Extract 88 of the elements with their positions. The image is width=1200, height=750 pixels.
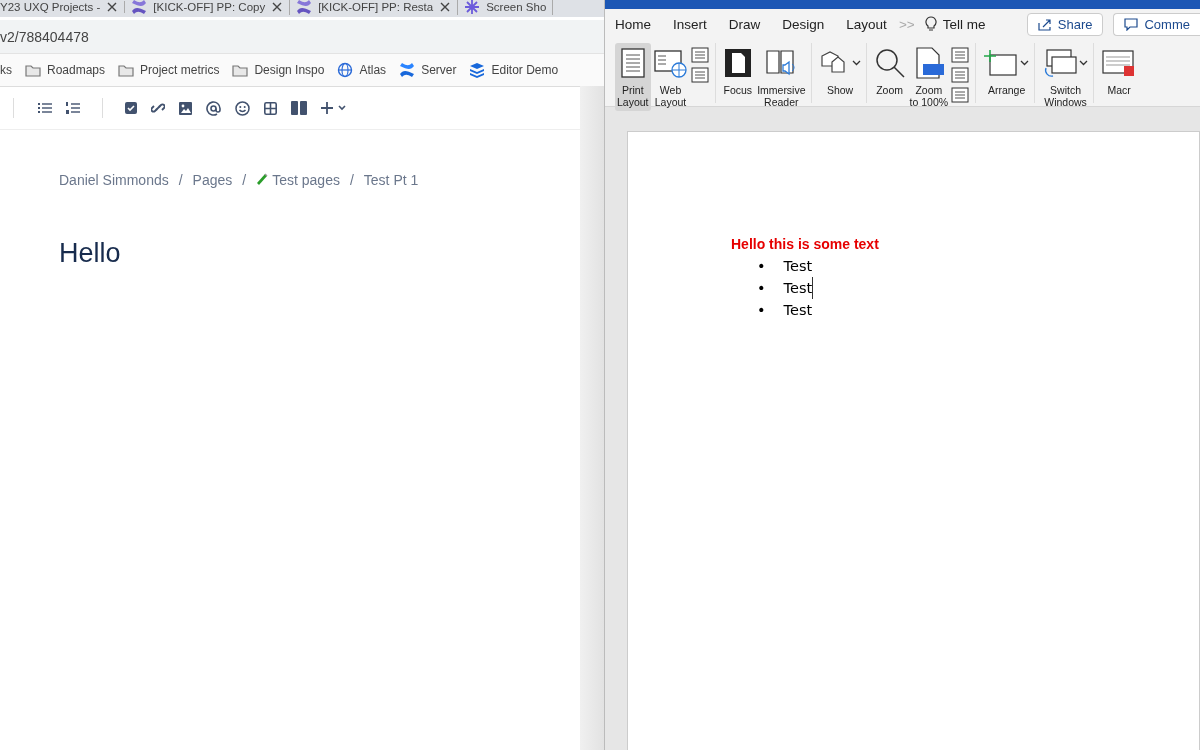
comments-button[interactable]: Comme [1113, 12, 1200, 36]
share-button[interactable]: Share [1026, 12, 1104, 36]
breadcrumb-link[interactable]: Daniel Simmonds [59, 172, 169, 188]
ribbon-button[interactable]: Switch Windows [1041, 43, 1091, 111]
ribbon-button[interactable]: Arrange [982, 43, 1032, 99]
list-icon[interactable] [690, 67, 709, 83]
list-icon[interactable] [951, 47, 970, 63]
layers-icon [469, 62, 486, 78]
ribbon-button[interactable]: Print Layout [615, 43, 651, 111]
ribbon-button[interactable]: Zoom to 100% [907, 43, 951, 111]
list-icon[interactable] [951, 87, 970, 103]
list-icon[interactable] [690, 47, 709, 63]
browser-tab[interactable]: [KICK-OFF] PP: Resta [290, 0, 459, 15]
bullet-marker: • [757, 301, 766, 320]
focus-icon [723, 48, 752, 78]
ribbon-button[interactable]: Zoom [872, 43, 907, 99]
caret-icon [851, 60, 861, 66]
link-icon[interactable] [151, 101, 165, 115]
close-icon[interactable] [439, 1, 452, 13]
confluence-icon [131, 0, 148, 15]
ribbon-tab[interactable]: Design [782, 16, 825, 32]
test-tube-icon [256, 173, 269, 187]
folder-icon [118, 63, 135, 77]
close-icon[interactable] [106, 1, 119, 13]
checkbox-icon[interactable] [125, 102, 137, 114]
breadcrumb-separator: / [349, 172, 354, 188]
bookmark[interactable]: ks [0, 63, 12, 77]
breadcrumb-separator: / [178, 172, 183, 188]
browser-tab[interactable]: [KICK-OFF] PP: Copy [125, 0, 291, 15]
caret-icon [1020, 60, 1030, 66]
numbered-list-icon[interactable] [66, 102, 80, 114]
bullet-list-icon[interactable] [38, 102, 52, 114]
plus-dropdown-icon[interactable] [321, 102, 347, 114]
ribbon-tab[interactable]: Layout [846, 16, 887, 32]
ribbon-tab[interactable]: Insert [673, 16, 707, 32]
breadcrumb-link[interactable]: Test pages [256, 172, 340, 188]
bullet-text: Test [783, 257, 814, 276]
window-plus-icon [984, 49, 1019, 77]
page-title: Hello [59, 238, 122, 269]
page-icon [619, 48, 646, 78]
bookmark[interactable]: Editor Demo [469, 62, 559, 78]
bookmark[interactable]: Server [399, 62, 457, 78]
folder-icon [232, 63, 249, 77]
address-text[interactable]: v2/788404478 [0, 28, 89, 45]
confluence-icon [399, 62, 416, 78]
macro-icon [1102, 48, 1137, 78]
tell-me-search[interactable]: Tell me [924, 16, 986, 32]
bullet-marker: • [757, 279, 766, 298]
bookmark[interactable]: Atlas [337, 62, 387, 78]
ribbon-button[interactable]: Focus [721, 43, 755, 99]
ribbon-button[interactable]: Show [817, 43, 863, 99]
bullet-marker: • [757, 257, 766, 276]
windows-switch-icon [1043, 48, 1078, 78]
breadcrumb-link[interactable]: Test Pt 1 [363, 172, 419, 188]
magnifier-icon [874, 48, 905, 78]
confluence-icon [296, 0, 313, 15]
browser-tab[interactable]: Screen Sho [458, 0, 554, 15]
emoji-icon[interactable] [235, 100, 250, 116]
sparkle-icon [464, 0, 481, 15]
book-speaker-icon [765, 48, 798, 78]
bullet-text: Test [783, 277, 814, 299]
page-zoom-icon [913, 47, 944, 79]
breadcrumb-link[interactable]: Pages [192, 172, 233, 188]
globe-icon [337, 62, 354, 78]
bookmark[interactable]: Roadmaps [25, 63, 106, 77]
ribbon-tab[interactable]: Home [615, 16, 651, 32]
ribbon-button[interactable]: Macr [1100, 43, 1139, 99]
caret-icon [1079, 60, 1089, 66]
bookmark[interactable]: Project metrics [118, 63, 220, 77]
ribbon-button[interactable]: Web Layout [651, 43, 690, 111]
columns-icon[interactable] [291, 101, 307, 115]
ribbon-button[interactable]: Immersive Reader [755, 43, 808, 111]
bookmark[interactable]: Design Inspo [232, 63, 325, 77]
browser-tab[interactable]: Y23 UXQ Projects - [0, 1, 126, 13]
comment-icon [1124, 17, 1139, 31]
list-icon[interactable] [951, 67, 970, 83]
lightbulb-icon [924, 16, 937, 32]
table-icon[interactable] [264, 101, 277, 115]
folder-icon [25, 63, 41, 77]
document-heading: Hello this is some text [731, 236, 880, 252]
ribbon-tab[interactable]: Draw [728, 16, 761, 32]
bullet-text: Test [783, 301, 814, 320]
mention-icon[interactable] [206, 100, 221, 116]
breadcrumb-separator: / [242, 172, 247, 188]
share-icon [1037, 17, 1052, 31]
image-icon[interactable] [179, 101, 192, 115]
web-page-icon [653, 48, 688, 78]
close-icon[interactable] [271, 1, 284, 13]
